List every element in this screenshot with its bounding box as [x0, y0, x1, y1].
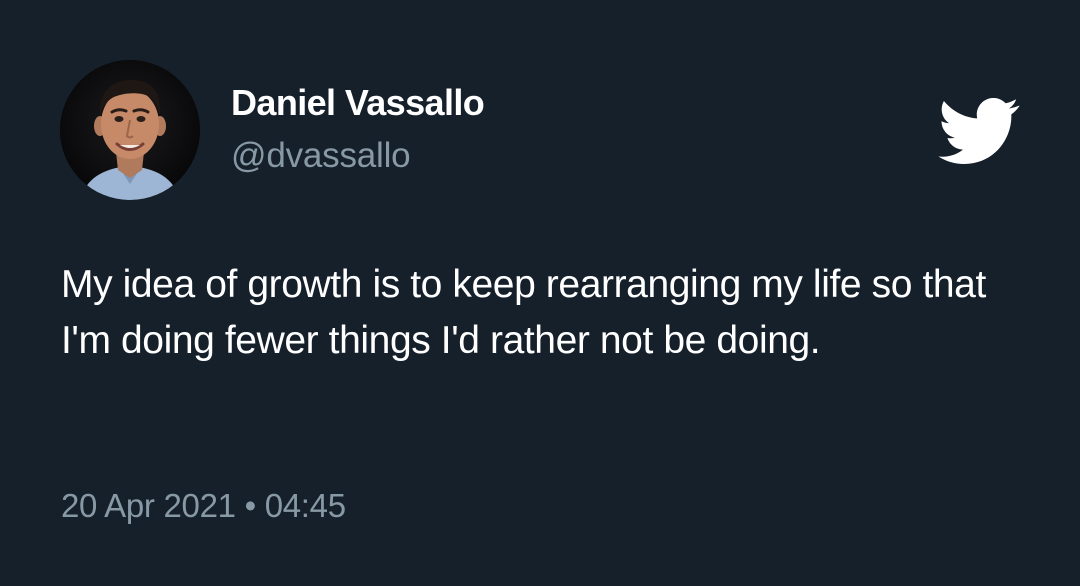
avatar-image	[60, 60, 200, 200]
tweet-timestamp[interactable]: 20 Apr 2021 • 04:45	[61, 487, 346, 525]
tweet-text: My idea of growth is to keep rearranging…	[61, 263, 986, 362]
author-name[interactable]: Daniel Vassallo	[231, 82, 485, 124]
avatar[interactable]	[60, 60, 200, 200]
tweet-card: Daniel Vassallo @dvassallo My idea of gr…	[0, 0, 1080, 586]
timestamp-separator: •	[244, 487, 257, 524]
twitter-bird-icon[interactable]	[938, 97, 1020, 164]
twitter-bird-icon-svg	[938, 97, 1020, 164]
tweet-time: 04:45	[264, 487, 346, 524]
author-handle[interactable]: @dvassallo	[231, 136, 411, 176]
tweet-date: 20 Apr 2021	[61, 487, 236, 524]
